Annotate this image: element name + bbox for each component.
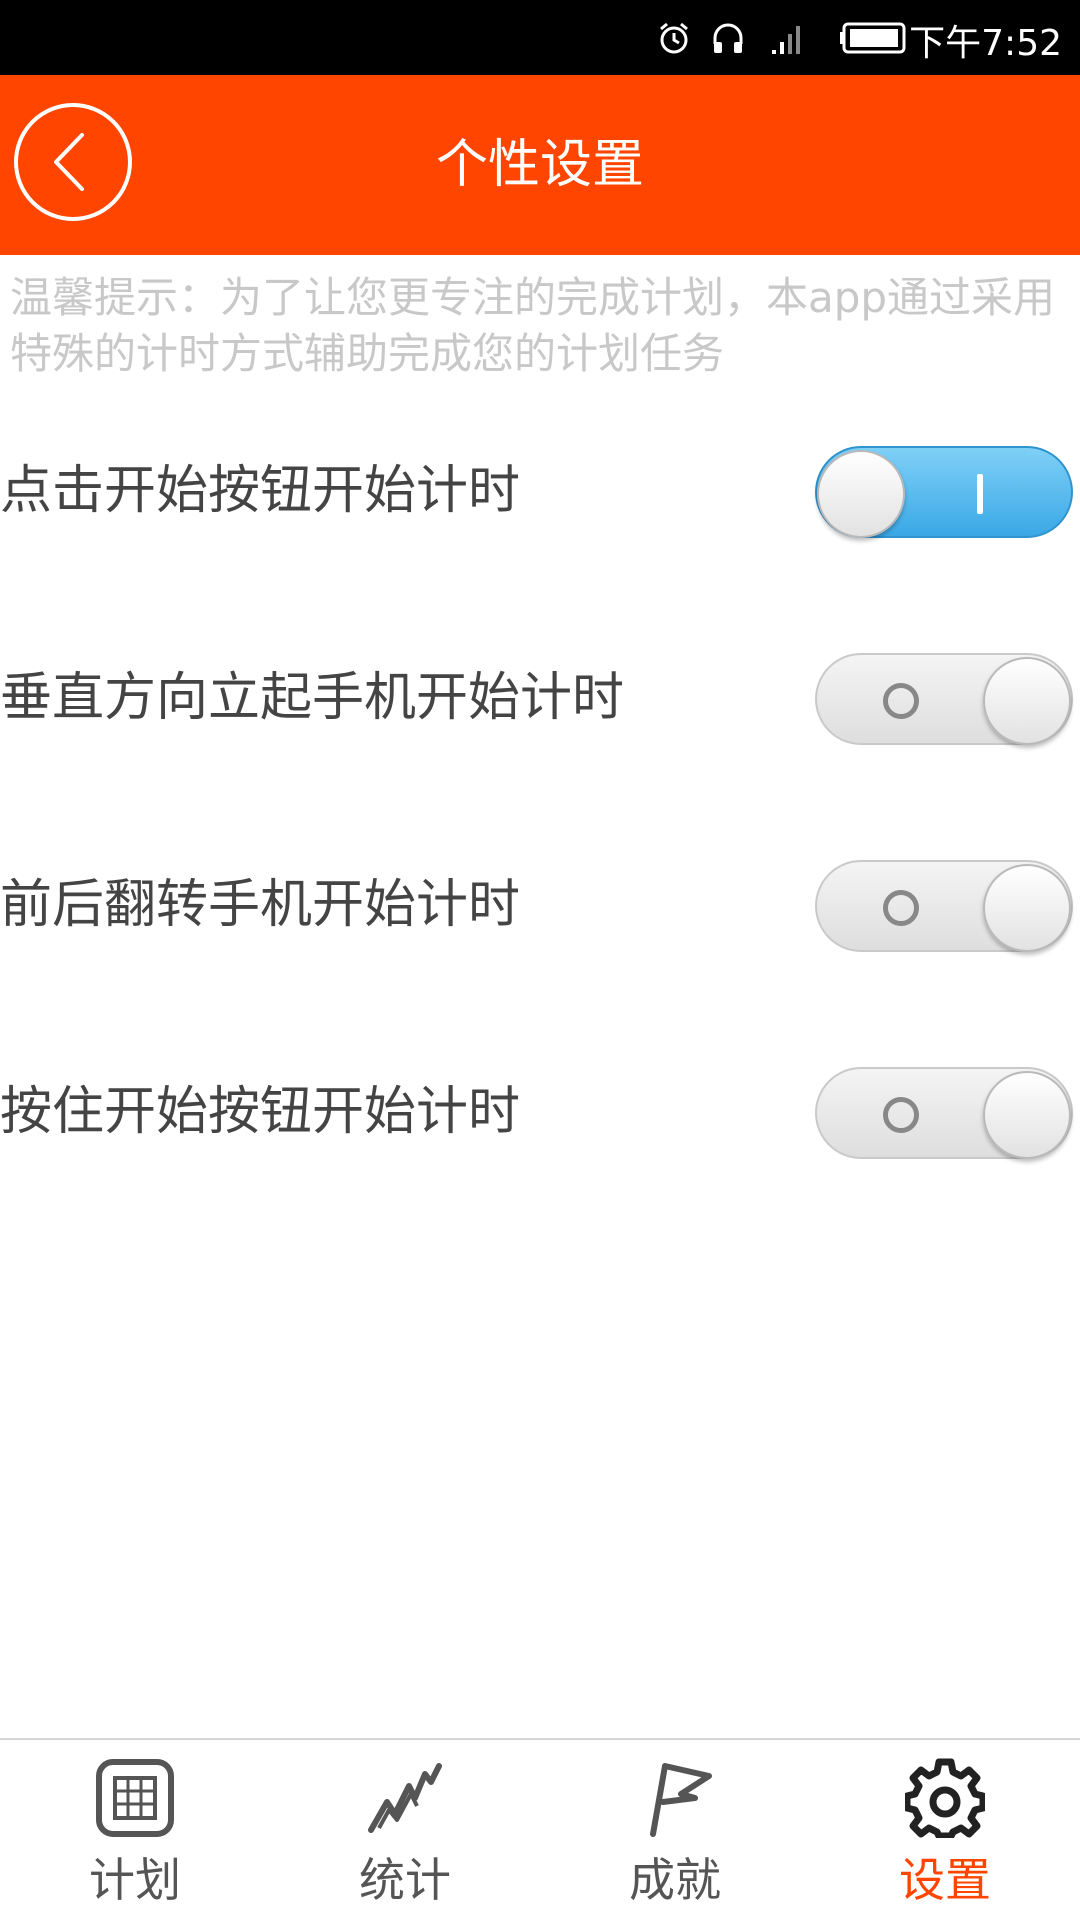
toggle-off-mark	[883, 890, 919, 926]
nav-label: 计划	[89, 1853, 181, 1907]
headset-icon	[713, 23, 743, 53]
setting-label: 按住开始按钮开始计时	[0, 1082, 521, 1142]
title-bar: 个性设置	[0, 75, 1080, 255]
signal-icon	[772, 26, 800, 54]
nav-tab-achievements[interactable]: 成就	[540, 1740, 810, 1922]
toggle-off-mark	[883, 1097, 919, 1133]
bottom-nav: 计划 统计 成就 设置	[0, 1738, 1080, 1922]
toggle-on-mark	[977, 474, 983, 514]
setting-label: 点击开始按钮开始计时	[0, 461, 521, 521]
setting-row-vertical-start: 垂直方向立起手机开始计时	[0, 643, 1080, 753]
nav-label: 设置	[899, 1853, 991, 1907]
toggle-knob	[983, 1071, 1071, 1159]
status-bar: 下午7:52	[0, 0, 1080, 75]
calendar-grid-icon	[96, 1759, 174, 1837]
nav-label: 成就	[629, 1853, 721, 1907]
toggle-off-mark	[883, 683, 919, 719]
nav-label: 统计	[359, 1853, 451, 1907]
toggle-knob	[983, 864, 1071, 952]
flag-icon	[650, 1763, 712, 1837]
setting-row-hold-start: 按住开始按钮开始计时	[0, 1057, 1080, 1167]
page-title: 个性设置	[435, 135, 644, 195]
gear-icon	[905, 1758, 985, 1838]
status-time: 下午7:52	[909, 23, 1062, 64]
nav-tab-settings[interactable]: 设置	[810, 1740, 1080, 1922]
toggle-knob	[817, 450, 905, 538]
alarm-icon	[660, 22, 688, 54]
tip-text: 温馨提示：为了让您更专注的完成计划，本app通过采用特殊的计时方式辅助完成您的计…	[10, 273, 1056, 378]
setting-row-flip-start: 前后翻转手机开始计时	[0, 850, 1080, 960]
toggle-switch[interactable]	[815, 653, 1073, 745]
zigzag-chart-icon	[368, 1763, 442, 1833]
chevron-left-icon	[54, 133, 84, 191]
toggle-switch[interactable]	[815, 446, 1073, 538]
battery-icon	[840, 22, 906, 54]
toggle-switch[interactable]	[815, 1067, 1073, 1159]
setting-label: 垂直方向立起手机开始计时	[0, 668, 625, 728]
toggle-knob	[983, 657, 1071, 745]
back-button[interactable]	[14, 103, 132, 221]
nav-tab-plan[interactable]: 计划	[0, 1740, 270, 1922]
nav-tab-stats[interactable]: 统计	[270, 1740, 540, 1922]
setting-label: 前后翻转手机开始计时	[0, 875, 521, 935]
setting-row-tap-start: 点击开始按钮开始计时	[0, 436, 1080, 546]
toggle-switch[interactable]	[815, 860, 1073, 952]
